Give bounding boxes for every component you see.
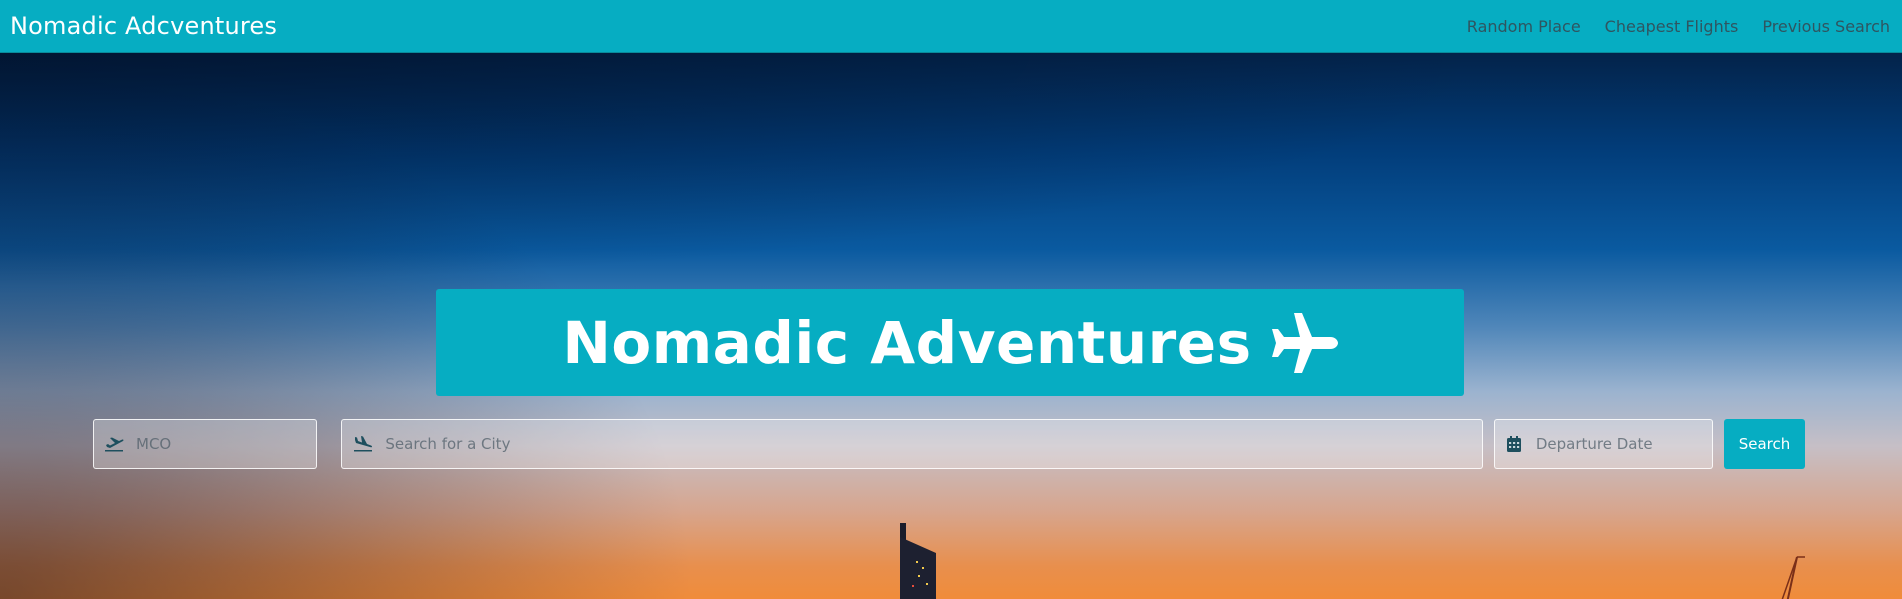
nav-link-random-place[interactable]: Random Place [1467, 17, 1581, 36]
destination-search-input[interactable] [383, 434, 1482, 454]
city-tower-silhouette [900, 523, 936, 599]
plane-icon [1268, 311, 1338, 375]
brand-logo-link[interactable]: Nomadic Adcventures [10, 12, 277, 40]
nav-links: Random Place Cheapest Flights Previous S… [1467, 17, 1890, 36]
departure-date-input[interactable] [1533, 434, 1712, 454]
top-navbar: Nomadic Adcventures Random Place Cheapes… [0, 0, 1902, 53]
flight-search-form: Search [0, 419, 1902, 471]
nav-link-cheapest-flights[interactable]: Cheapest Flights [1605, 17, 1739, 36]
hero-title: Nomadic Adventures [562, 308, 1252, 377]
nav-link-previous-search[interactable]: Previous Search [1762, 17, 1890, 36]
origin-field[interactable] [93, 419, 317, 469]
plane-departure-icon [104, 433, 124, 455]
hero-title-banner: Nomadic Adventures [436, 289, 1464, 396]
calendar-icon [1505, 433, 1524, 455]
destination-field[interactable] [341, 419, 1483, 469]
plane-arrival-icon [352, 433, 373, 455]
search-button[interactable]: Search [1724, 419, 1805, 469]
crane-silhouette [1781, 556, 1805, 599]
departure-date-field[interactable] [1494, 419, 1713, 469]
origin-input[interactable] [134, 434, 316, 454]
